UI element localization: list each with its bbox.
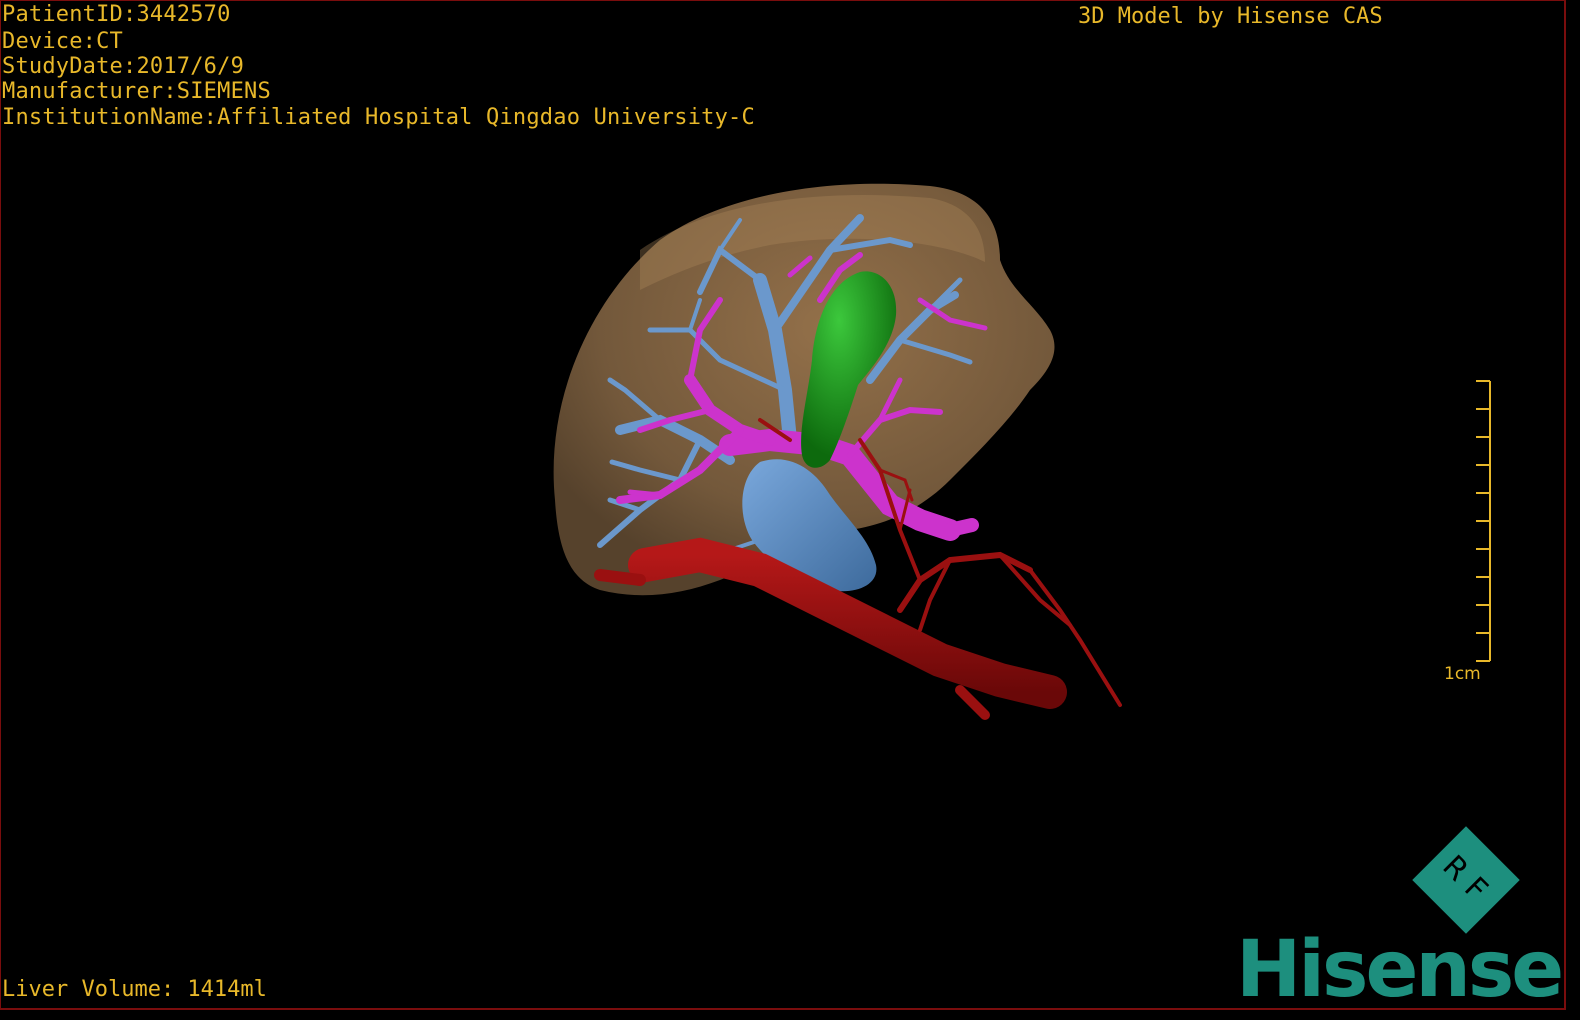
scale-bar-label: 1cm bbox=[1444, 664, 1481, 684]
study-date-label: StudyDate:2017/6/9 bbox=[2, 54, 245, 79]
device-label: Device:CT bbox=[2, 29, 124, 54]
patient-id-label: PatientID:3442570 bbox=[2, 2, 231, 27]
institution-label: InstitutionName:Affiliated Hospital Qing… bbox=[2, 105, 755, 130]
liver-volume-label: Liver Volume: 1414ml bbox=[2, 977, 267, 1002]
model-brand-label: 3D Model by Hisense CAS bbox=[1078, 4, 1383, 29]
scale-bar bbox=[1476, 380, 1491, 662]
hisense-logo: Hisense bbox=[1236, 925, 1564, 1015]
3d-liver-model[interactable] bbox=[0, 0, 1580, 1020]
manufacturer-label: Manufacturer:SIEMENS bbox=[2, 79, 271, 104]
